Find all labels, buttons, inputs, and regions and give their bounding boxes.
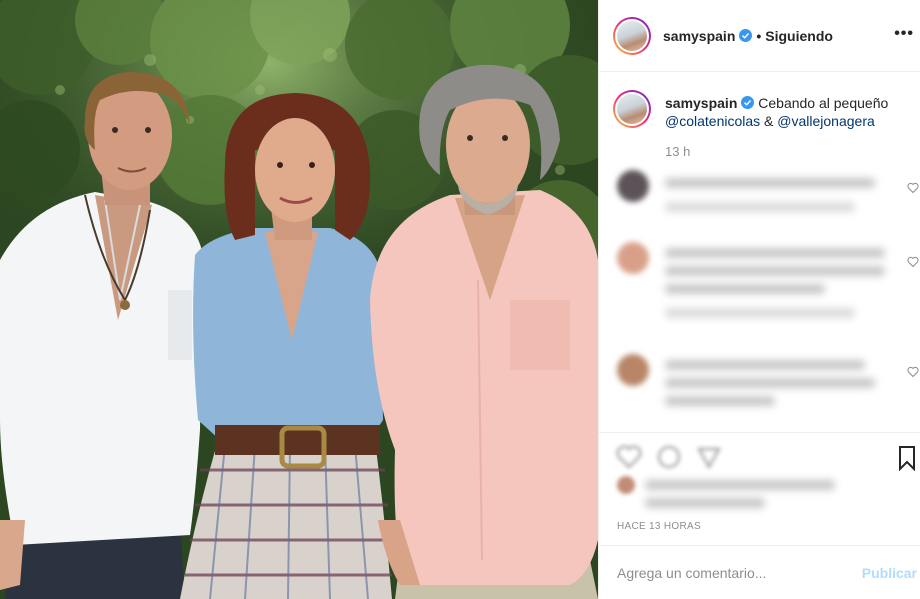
share-icon[interactable] <box>695 443 723 471</box>
post-sidebar: samyspain • Siguiendo ••• samyspain Ceba… <box>598 0 920 599</box>
caption-avatar[interactable] <box>613 90 651 128</box>
comment-input[interactable]: Agrega un comentario... <box>617 565 862 581</box>
caption-body: Cebando al pequeño <box>758 95 889 111</box>
add-comment-bar: Agrega un comentario... Publicar <box>599 545 920 599</box>
verified-icon <box>741 96 755 109</box>
heart-icon[interactable] <box>907 256 919 268</box>
caption-username[interactable]: samyspain <box>665 95 737 111</box>
post-header: samyspain • Siguiendo ••• <box>599 0 920 72</box>
caption-text: samyspain Cebando al pequeño @colatenico… <box>665 94 906 130</box>
photo-illustration <box>0 0 598 599</box>
liker-avatar <box>617 476 635 494</box>
heart-icon[interactable] <box>907 366 919 378</box>
comment-avatar <box>617 242 649 274</box>
profile-avatar[interactable] <box>613 16 651 55</box>
post-photo[interactable] <box>0 0 598 599</box>
caption-ampersand: & <box>764 113 774 129</box>
bookmark-icon[interactable] <box>897 445 917 471</box>
heart-icon[interactable] <box>907 182 919 194</box>
comments-list <box>599 160 920 432</box>
post-age: HACE 13 HORAS <box>617 521 701 532</box>
publish-button[interactable]: Publicar <box>862 565 917 581</box>
post-caption: samyspain Cebando al pequeño @colatenico… <box>599 72 920 168</box>
mention-link[interactable]: @vallejonagera <box>777 113 875 129</box>
caption-timestamp: 13 h <box>665 144 691 159</box>
verified-icon <box>739 29 753 42</box>
following-button[interactable]: Siguiendo <box>765 28 833 44</box>
separator-dot: • <box>756 27 762 44</box>
comment-icon[interactable] <box>655 443 683 471</box>
more-icon[interactable]: ••• <box>894 25 914 43</box>
mention-link[interactable]: @colatenicolas <box>665 113 760 129</box>
username-link[interactable]: samyspain <box>663 28 735 44</box>
comment-avatar <box>617 170 649 202</box>
comment-avatar <box>617 354 649 386</box>
heart-icon[interactable] <box>615 443 643 471</box>
action-bar <box>599 432 920 482</box>
